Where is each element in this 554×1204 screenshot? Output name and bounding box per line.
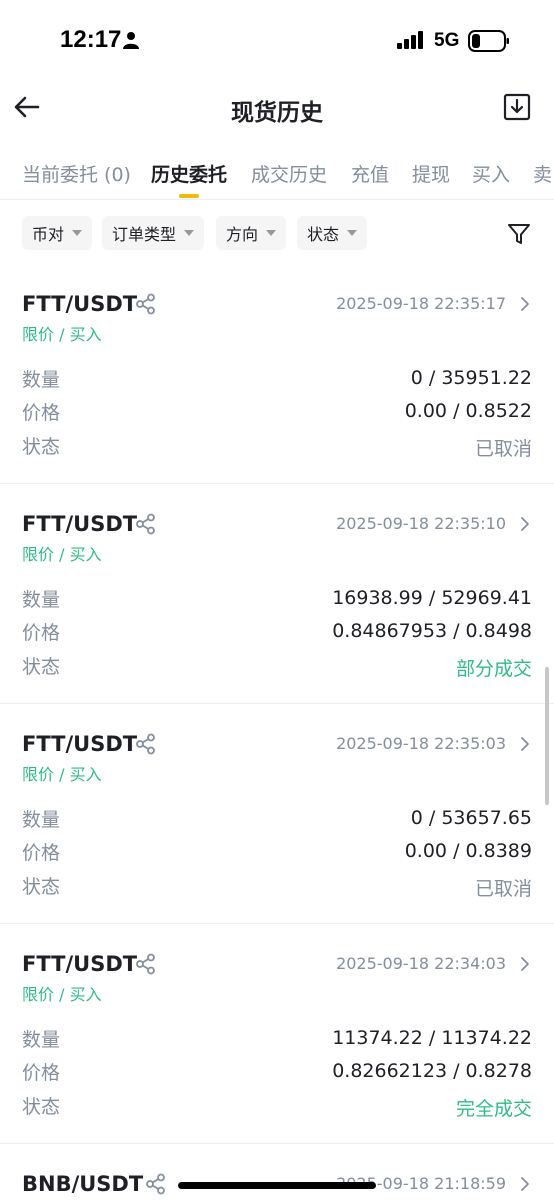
order-pair: BNB/USDT — [22, 1172, 144, 1196]
order-card[interactable]: FTT/USDT 2025-09-18 22:34:03 限价 / 买入 数量 … — [0, 924, 554, 1144]
quantity-value: 11374.22 / 11374.22 — [332, 1027, 532, 1049]
home-indicator[interactable] — [178, 1182, 376, 1189]
status-bar: 12:17 5G — [0, 0, 554, 80]
filter-order-type-dropdown[interactable]: 订单类型 — [102, 216, 205, 250]
price-label: 价格 — [22, 622, 61, 644]
tab-bar: 当前委托 (0) 历史委托 成交历史 充值 提现 买入 卖 — [0, 150, 554, 200]
filter-status-dropdown[interactable]: 状态 — [297, 216, 368, 250]
tab-sell[interactable]: 卖 — [533, 160, 552, 187]
caret-down-icon — [184, 230, 195, 236]
order-time: 2025-09-18 22:35:17 — [336, 294, 506, 313]
download-icon[interactable] — [503, 92, 531, 122]
active-tab-indicator — [179, 194, 199, 198]
nav-bar: 现货历史 — [0, 78, 554, 138]
quantity-value: 0 / 53657.65 — [410, 807, 532, 829]
quantity-label: 数量 — [22, 809, 61, 831]
price-value: 0.84867953 / 0.8498 — [332, 620, 532, 642]
tabs-divider — [0, 199, 554, 200]
order-time: 2025-09-18 22:35:10 — [336, 514, 506, 533]
share-icon[interactable] — [135, 733, 157, 755]
chevron-right-icon[interactable] — [519, 296, 531, 312]
caret-down-icon — [72, 230, 83, 236]
share-icon[interactable] — [135, 293, 157, 315]
status-value: 完全成交 — [455, 1098, 532, 1120]
share-icon[interactable] — [135, 953, 157, 975]
filter-direction-dropdown[interactable]: 方向 — [216, 216, 287, 250]
network-label: 5G — [434, 30, 460, 51]
share-icon[interactable] — [145, 1173, 167, 1195]
order-type: 限价 / 买入 — [22, 545, 102, 564]
filter-status-label: 状态 — [307, 225, 340, 244]
chevron-right-icon[interactable] — [519, 1176, 531, 1192]
caret-down-icon — [266, 230, 277, 236]
page-title: 现货历史 — [231, 100, 323, 126]
quantity-value: 16938.99 / 52969.41 — [332, 587, 532, 609]
order-type: 限价 / 买入 — [22, 325, 102, 344]
status-value: 已取消 — [474, 878, 532, 900]
order-card[interactable]: BNB/USDT 2025-09-18 21:18:59 — [0, 1144, 554, 1204]
price-label: 价格 — [22, 1062, 61, 1084]
order-pair: FTT/USDT — [22, 512, 138, 536]
status-label: 状态 — [22, 1096, 61, 1118]
scrollbar[interactable] — [545, 667, 549, 805]
order-time: 2025-09-18 22:34:03 — [336, 954, 506, 973]
price-value: 0.82662123 / 0.8278 — [332, 1060, 532, 1082]
tab-order-history[interactable]: 历史委托 — [151, 160, 227, 187]
order-time: 2025-09-18 22:35:03 — [336, 734, 506, 753]
order-pair: FTT/USDT — [22, 952, 138, 976]
order-pair: FTT/USDT — [22, 292, 138, 316]
status-value: 已取消 — [474, 438, 532, 460]
chevron-right-icon[interactable] — [519, 736, 531, 752]
tab-open-orders[interactable]: 当前委托 (0) — [22, 160, 131, 187]
order-card[interactable]: FTT/USDT 2025-09-18 22:35:03 限价 / 买入 数量 … — [0, 704, 554, 924]
caret-down-icon — [347, 230, 358, 236]
order-type: 限价 / 买入 — [22, 985, 102, 1004]
filter-funnel-icon[interactable] — [507, 222, 531, 246]
status-label: 状态 — [22, 656, 61, 678]
status-value: 部分成交 — [455, 658, 532, 680]
quantity-label: 数量 — [22, 369, 61, 391]
tab-buy[interactable]: 买入 — [472, 160, 510, 187]
tab-deposit[interactable]: 充值 — [351, 160, 389, 187]
order-card[interactable]: FTT/USDT 2025-09-18 22:35:17 限价 / 买入 数量 … — [0, 264, 554, 484]
filter-order-type-label: 订单类型 — [112, 225, 177, 244]
quantity-label: 数量 — [22, 589, 61, 611]
battery-icon — [468, 30, 509, 52]
filter-bar: 币对 订单类型 方向 状态 — [0, 214, 554, 252]
tab-withdraw[interactable]: 提现 — [412, 160, 450, 187]
filter-pair-dropdown[interactable]: 币对 — [22, 216, 93, 250]
filter-pair-label: 币对 — [32, 225, 65, 244]
order-card[interactable]: FTT/USDT 2025-09-18 22:35:10 限价 / 买入 数量 … — [0, 484, 554, 704]
price-value: 0.00 / 0.8389 — [404, 840, 532, 862]
order-type: 限价 / 买入 — [22, 765, 102, 784]
status-label: 状态 — [22, 436, 61, 458]
person-icon — [123, 32, 139, 49]
filter-direction-label: 方向 — [226, 225, 259, 244]
quantity-value: 0 / 35951.22 — [410, 367, 532, 389]
status-label: 状态 — [22, 876, 61, 898]
price-label: 价格 — [22, 402, 61, 424]
price-label: 价格 — [22, 842, 61, 864]
quantity-label: 数量 — [22, 1029, 61, 1051]
signal-icon — [397, 31, 423, 49]
order-list: FTT/USDT 2025-09-18 22:35:17 限价 / 买入 数量 … — [0, 264, 554, 1204]
chevron-right-icon[interactable] — [519, 516, 531, 532]
status-time: 12:17 — [60, 26, 122, 53]
price-value: 0.00 / 0.8522 — [404, 400, 532, 422]
order-pair: FTT/USDT — [22, 732, 138, 756]
chevron-right-icon[interactable] — [519, 956, 531, 972]
tab-trade-history[interactable]: 成交历史 — [251, 160, 327, 187]
share-icon[interactable] — [135, 513, 157, 535]
